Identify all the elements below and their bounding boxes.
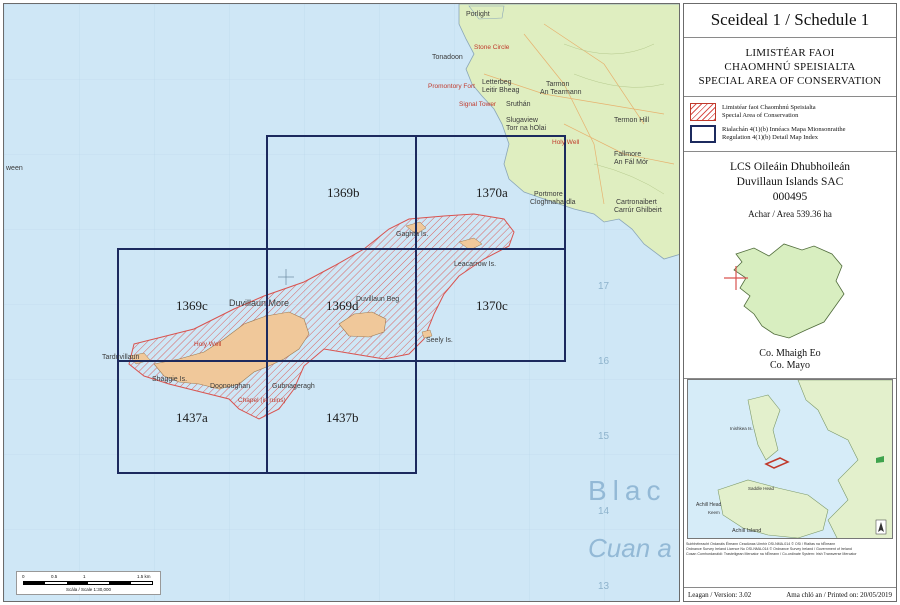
place-label: Duvillaun More [229,298,289,308]
county-locator-map [684,226,896,348]
county-label: Co. Mhaigh Eo Co. Mayo [684,348,896,379]
legend: Limistéar faoi Chaomhnú Speisialta Speci… [684,97,896,152]
tile-label-1437b: 1437b [326,410,359,425]
legend-item-index: Rialachán 4(1)(b) Innéacs Mapa Mionsonra… [690,125,890,143]
scale-tick: 1 [83,574,86,579]
bay-label: Blac [588,475,666,506]
grid-number: 13 [598,581,610,592]
place-label: Gubnageragh [272,383,315,390]
place-label: Cartronaibert [616,199,657,206]
place-label: Tonadoon [432,54,463,61]
site-area: Achar / Area 539.36 ha [748,209,832,219]
credit-line: Cosan Comhordanáidí: Trasteilgean Mercat… [686,552,857,556]
version-text: Leagan / Version: 3.02 [688,590,752,599]
place-label: Sruthán [506,101,531,108]
county-name-en: Co. Mayo [770,360,810,371]
place-label: Letterbeg [482,79,512,86]
place-label: Chapel (in ruins) [238,397,286,404]
tile-label-1370c: 1370c [476,298,508,313]
site-name-ga: LCS Oileáin Dhubhoileán [729,161,851,173]
place-label: Stone Circle [474,44,510,51]
footer: Leagan / Version: 3.02 Ama chló an / Pri… [684,587,896,601]
place-label: Gaghta Is. [396,231,428,238]
site-code: 000495 [772,191,808,203]
north-arrow-icon [875,519,887,535]
place-label: Seely Is. [426,337,453,344]
bay-label: Cuan a [588,533,672,563]
tile-label-1370a: 1370a [476,185,508,200]
site-name-en: Duvillaun Islands SAC [736,176,844,188]
inset-label: Keem [708,510,720,515]
place-label: Holy Well [194,341,222,348]
grid-number: 17 [598,281,610,292]
box-swatch-icon [690,125,716,143]
scale-ticks: 0 0.5 1 1.5 km [22,574,153,580]
grid-number: 15 [598,431,610,442]
place-label: Portmore [534,191,563,198]
scale-tick: 0.5 [51,574,58,579]
credits: Suirbhéireacht Ordanáis Éireann Ceadúnas… [684,539,896,560]
hatch-swatch-icon [690,103,716,121]
grid-number: 16 [598,356,610,367]
place-label: Doonoughan [210,383,250,390]
tile-label-1369d: 1369d [326,298,359,313]
info-panel: Sceideal 1 / Schedule 1 LIMISTÉAR FAOI C… [683,3,897,602]
legend-label: Regulation 4(1)(b) Detail Map Index [722,134,819,141]
scale-tick: 1.5 km [137,574,151,579]
place-label: An Tearmann [540,89,582,96]
place-label: Porlight [466,11,490,18]
legend-label: Limistéar faoi Chaomhnú Speisialta [722,103,816,111]
schedule-title: Sceideal 1 / Schedule 1 [684,4,896,38]
scale-tick: 0 [22,574,25,579]
place-label: Holy Well [552,139,580,146]
place-label: Shaggie Is. [152,376,187,383]
scale-bar-graphic [23,581,153,585]
place-label: Signal Tower [459,101,497,108]
legend-item-sac: Limistéar faoi Chaomhnú Speisialta Speci… [690,103,890,121]
place-label: Slugaview [506,117,539,124]
place-label: Duvillaun Beg [356,296,399,303]
place-label: Carrúr Ghilbeirt [614,207,662,214]
tile-label-1437a: 1437a [176,410,208,425]
place-label: Termon Hill [614,117,649,124]
place-label: Tarduvillaun [102,354,139,361]
inset-label: Inishkea Is. [730,426,753,431]
place-label: Leacarrow Is. [454,261,496,268]
inset-label: Achill Head [696,502,722,508]
printed-date: Ama chló an / Printed on: 20/05/2019 [786,590,892,599]
designation-line: LIMISTÉAR FAOI [745,47,835,59]
place-label: ween [5,165,23,172]
map-canvas: 1369b 1370a 1369c 1369d 1370c 1437a 1437… [4,4,679,601]
county-shape [724,243,845,339]
designation-line: SPECIAL AREA OF CONSERVATION [698,75,882,87]
place-label: Promontory Fort [428,83,475,90]
scale-bar: 0 0.5 1 1.5 km Scála / Scale 1:30,000 [16,571,161,595]
map-frame[interactable]: 1369b 1370a 1369c 1369d 1370c 1437a 1437… [3,3,680,602]
place-label: Fallmore [614,151,641,158]
grid-number: 14 [598,506,610,517]
legend-label: Special Area of Conservation [722,112,799,119]
place-label: Torr na hOlai [506,125,547,132]
designation-line: CHAOMHNÚ SPEISIALTA [724,61,856,73]
place-label: An Fál Mór [614,159,649,166]
place-label: Cloghnahardla [530,199,576,206]
site-info: LCS Oileáin Dhubhoileán Duvillaun Island… [684,152,896,226]
designation-title: LIMISTÉAR FAOI CHAOMHNÚ SPEISIALTA SPECI… [684,38,896,97]
scale-label: Scála / Scale 1:30,000 [65,587,112,592]
county-name-ga: Co. Mhaigh Eo [759,348,821,359]
tile-label-1369c: 1369c [176,298,208,313]
inset-map: Achill Head Achill Island Inishkea Is. S… [687,379,893,539]
inset-canvas: Achill Head Achill Island Inishkea Is. S… [688,380,892,538]
inset-label: Achill Island [732,528,761,534]
legend-label: Rialachán 4(1)(b) Innéacs Mapa Mionsonra… [722,125,846,133]
inset-label: Saddle Head [748,486,775,491]
place-label: Tarmon [546,81,569,88]
place-label: Leitir Bheag [482,87,519,94]
tile-label-1369b: 1369b [327,185,360,200]
